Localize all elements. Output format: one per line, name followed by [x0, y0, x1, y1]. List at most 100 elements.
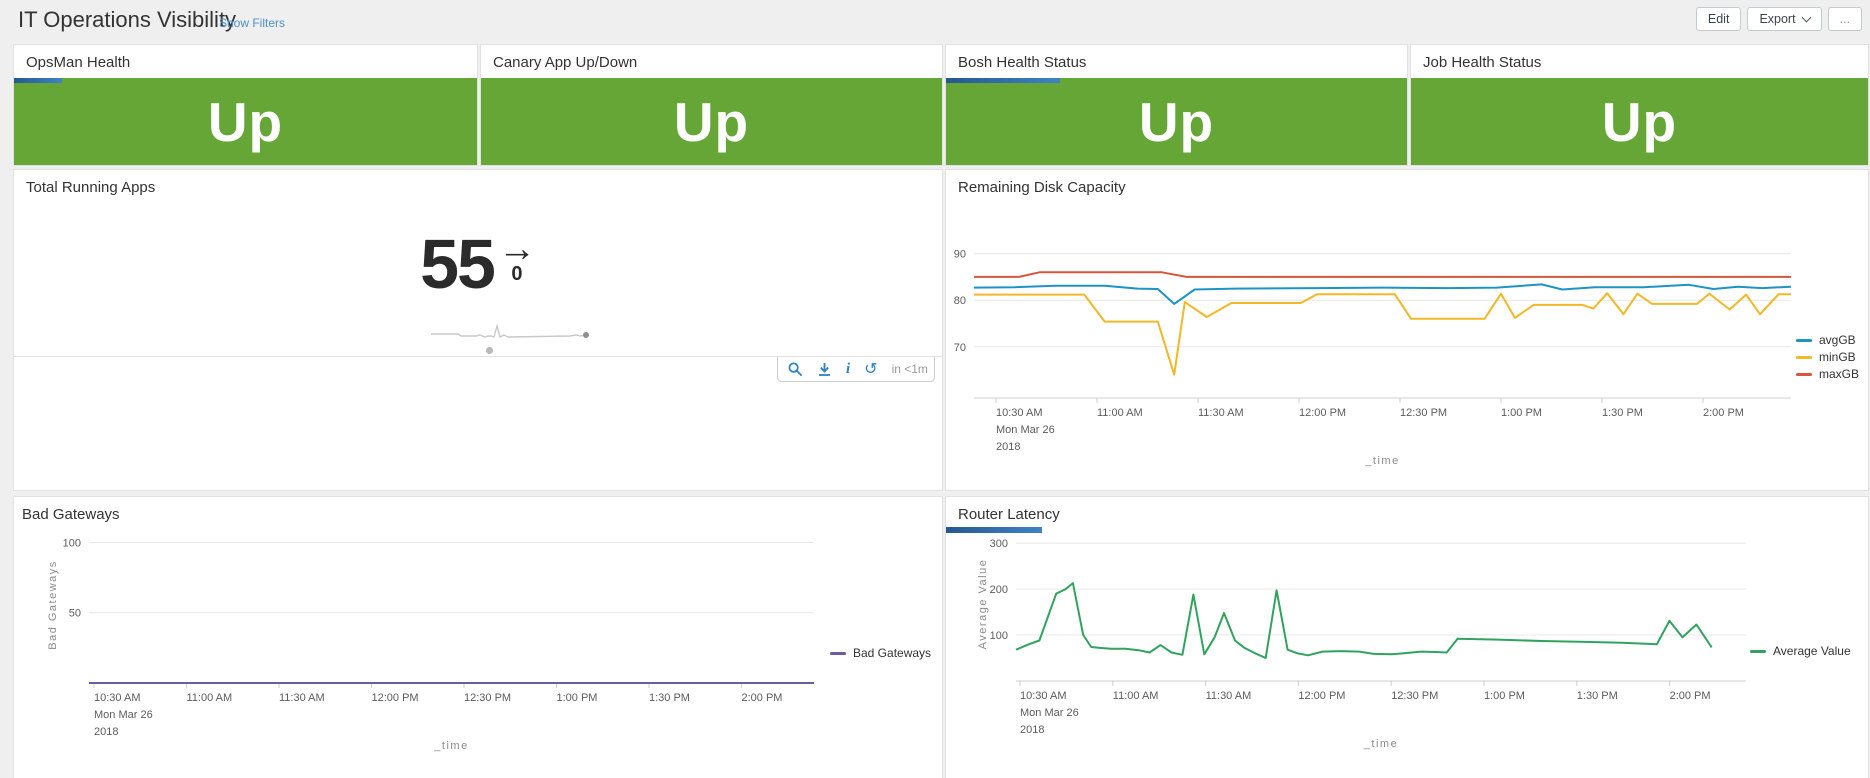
search-progress-bar [14, 78, 62, 83]
refresh-icon[interactable]: ↺ [864, 362, 877, 377]
panel-canary-app: Canary App Up/Down Up [481, 45, 942, 165]
svg-text:90: 90 [954, 249, 966, 261]
pagination-dot [486, 347, 493, 354]
panel-remaining-disk-capacity: Remaining Disk Capacity 70809010:30 AMMo… [946, 170, 1868, 490]
export-button-label: Export [1759, 12, 1795, 26]
dashboard: IT Operations Visibility Show Filters Ed… [0, 0, 1870, 778]
svg-text:11:00 AM: 11:00 AM [1113, 690, 1159, 702]
status-value-block[interactable]: Up [481, 78, 942, 165]
chart-legend: Average Value [1750, 641, 1851, 661]
sparkline [430, 323, 592, 351]
svg-text:Average Value: Average Value [977, 559, 989, 650]
status-value: Up [1602, 90, 1677, 154]
panel-title: OpsMan Health [26, 54, 130, 71]
svg-text:2:00 PM: 2:00 PM [1670, 690, 1711, 702]
svg-text:Mon Mar 26: Mon Mar 26 [1020, 707, 1079, 719]
panel-job-health: Job Health Status Up [1411, 45, 1868, 165]
more-button[interactable]: ... [1828, 7, 1862, 31]
status-value: Up [674, 90, 749, 154]
svg-text:1:30 PM: 1:30 PM [649, 692, 690, 704]
svg-text:70: 70 [954, 342, 966, 354]
panel-router-latency: Router Latency 10020030010:30 AMMon Mar … [946, 497, 1868, 778]
status-value: Up [208, 90, 283, 154]
legend-item[interactable]: Bad Gateways [830, 646, 931, 660]
svg-text:100: 100 [990, 630, 1008, 642]
export-button[interactable]: Export [1747, 7, 1821, 31]
svg-text:50: 50 [69, 608, 81, 620]
svg-text:_time: _time [1363, 738, 1398, 750]
svg-text:Bad Gateways: Bad Gateways [47, 560, 59, 650]
svg-text:Mon Mar 26: Mon Mar 26 [996, 424, 1055, 436]
svg-text:12:30 PM: 12:30 PM [464, 692, 511, 704]
svg-text:12:30 PM: 12:30 PM [1391, 690, 1438, 702]
svg-text:200: 200 [990, 584, 1008, 596]
bad-gateways-chart[interactable]: 5010010:30 AMMon Mar 26201811:00 AM11:30… [14, 497, 942, 778]
panel-title: Total Running Apps [26, 179, 155, 196]
refresh-age-text: in <1m [892, 362, 928, 376]
router-latency-chart[interactable]: 100 200 300 10:30 AM Mon Mar 26 2018 11:00 AM 1… [946, 497, 1868, 778]
svg-text:2018: 2018 [996, 441, 1020, 453]
status-value: Up [1139, 90, 1214, 154]
legend-item[interactable]: maxGB [1796, 367, 1859, 381]
legend-label: minGB [1819, 350, 1856, 364]
panel-bosh-health: Bosh Health Status Up [946, 45, 1407, 165]
edit-button[interactable]: Edit [1696, 7, 1742, 31]
svg-text:12:00 PM: 12:00 PM [1299, 407, 1346, 419]
export-download-icon[interactable] [817, 362, 832, 377]
svg-text:_time: _time [433, 740, 468, 752]
svg-text:12:00 PM: 12:00 PM [1298, 690, 1345, 702]
series-line-minGB [974, 293, 1791, 375]
show-filters-link[interactable]: Show Filters [219, 16, 285, 30]
remaining-disk-capacity-chart[interactable]: 70 80 90 10:30 AM Mon Mar 26 2018 11:00 AM 11:3… [946, 170, 1868, 490]
panel-bad-gateways: Bad Gateways 5010010:30 AMMon Mar 262018… [14, 497, 942, 778]
status-value-block[interactable]: Up [14, 78, 477, 165]
chevron-down-icon [1801, 13, 1811, 23]
series-line-Average Value [1016, 583, 1712, 658]
info-icon[interactable]: i [846, 362, 850, 377]
legend-swatch-icon [1796, 373, 1812, 376]
svg-text:80: 80 [954, 295, 966, 307]
legend-label: maxGB [1819, 367, 1859, 381]
legend-swatch-icon [1796, 339, 1812, 342]
svg-text:1:00 PM: 1:00 PM [1501, 407, 1542, 419]
sparkline-end-dot [583, 332, 589, 338]
svg-text:2018: 2018 [1020, 724, 1044, 736]
svg-text:12:30 PM: 12:30 PM [1400, 407, 1447, 419]
svg-text:Mon Mar 26: Mon Mar 26 [94, 709, 153, 721]
svg-text:2018: 2018 [94, 726, 118, 738]
svg-text:10:30 AM: 10:30 AM [94, 692, 140, 704]
chart-legend: avgGB minGB maxGB [1796, 330, 1859, 384]
trend-delta: 0 [511, 264, 522, 284]
svg-text:11:30 AM: 11:30 AM [1198, 407, 1244, 419]
svg-text:_time: _time [1364, 455, 1399, 467]
svg-text:2:00 PM: 2:00 PM [742, 692, 783, 704]
panel-title: Canary App Up/Down [493, 54, 637, 71]
svg-text:11:30 AM: 11:30 AM [1206, 690, 1252, 702]
panel-total-running-apps: Total Running Apps 55 → 0 i ↺ in <1m [14, 170, 942, 490]
open-in-search-icon[interactable] [788, 362, 803, 377]
single-value-block[interactable]: 55 → 0 [14, 232, 942, 296]
legend-label: avgGB [1819, 333, 1856, 347]
svg-text:10:30 AM: 10:30 AM [996, 407, 1042, 419]
single-value-number: 55 [420, 232, 494, 296]
status-value-block[interactable]: Up [946, 78, 1407, 165]
svg-text:1:00 PM: 1:00 PM [1484, 690, 1525, 702]
header-actions: Edit Export ... [1696, 7, 1862, 31]
svg-text:12:00 PM: 12:00 PM [372, 692, 419, 704]
legend-label: Bad Gateways [853, 646, 931, 660]
svg-text:10:30 AM: 10:30 AM [1020, 690, 1066, 702]
svg-text:2:00 PM: 2:00 PM [1703, 407, 1744, 419]
legend-swatch-icon [830, 652, 846, 655]
status-value-block[interactable]: Up [1411, 78, 1868, 165]
panel-refresh-toolbar: i ↺ in <1m [777, 357, 935, 382]
search-progress-bar [946, 78, 1060, 83]
panel-title: Job Health Status [1423, 54, 1541, 71]
legend-item[interactable]: minGB [1796, 350, 1859, 364]
legend-label: Average Value [1773, 644, 1851, 658]
svg-text:11:00 AM: 11:00 AM [1097, 407, 1143, 419]
trend-indicator: → 0 [498, 232, 536, 284]
legend-item[interactable]: Average Value [1750, 644, 1851, 658]
svg-text:11:00 AM: 11:00 AM [187, 692, 233, 704]
legend-item[interactable]: avgGB [1796, 333, 1859, 347]
svg-text:300: 300 [990, 538, 1008, 550]
